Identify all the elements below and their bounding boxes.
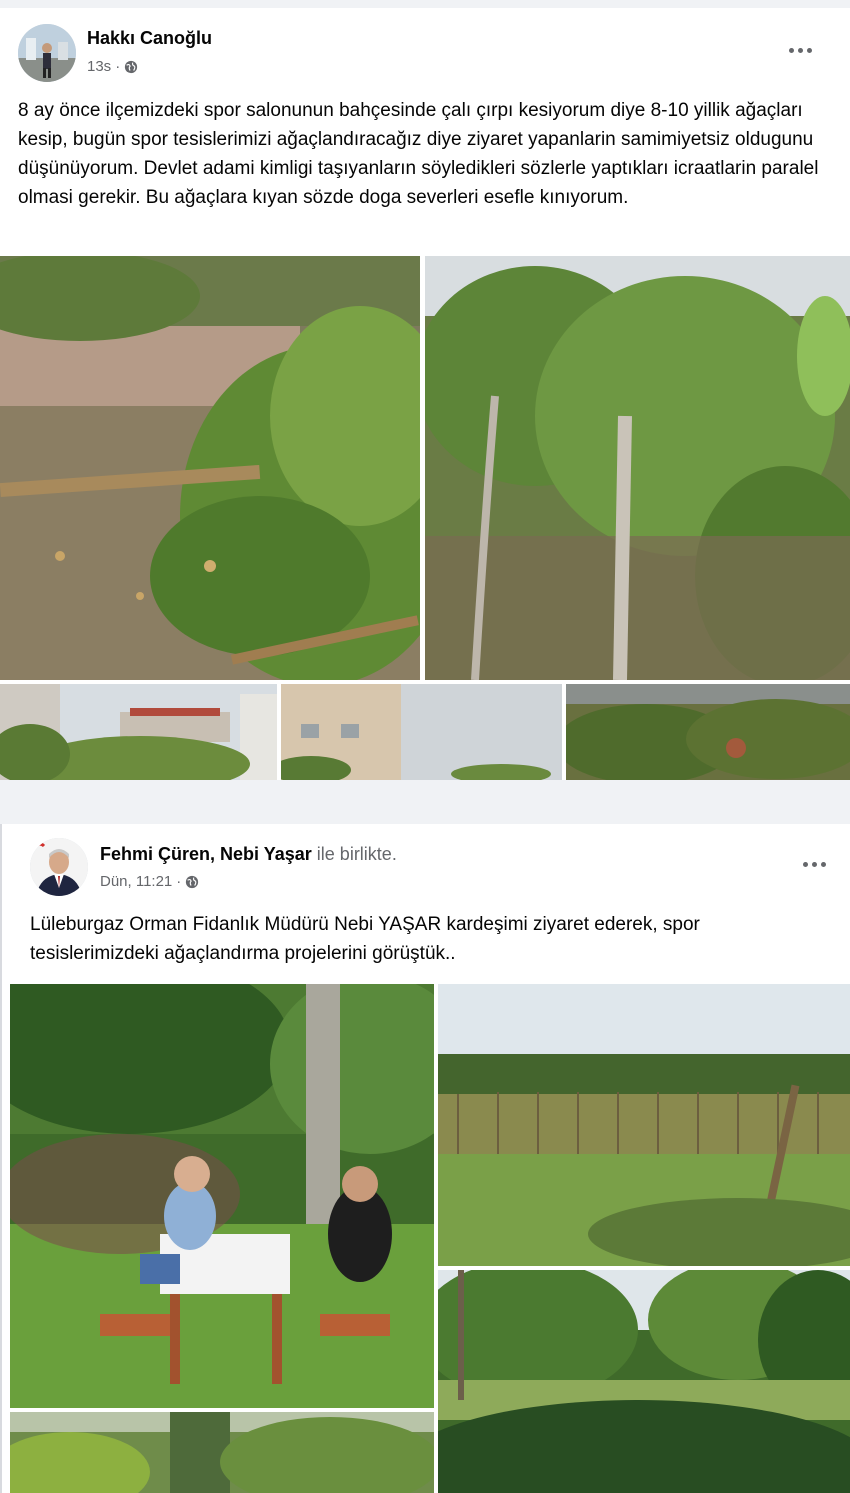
post-header: Fehmi Çüren, Nebi Yaşar ile birlikte. — [100, 844, 397, 865]
post-photo-nursery-field[interactable] — [438, 984, 850, 1266]
post-photo-tree-rows[interactable] — [438, 1270, 850, 1493]
post-photo-building-sky[interactable] — [281, 684, 562, 780]
tagged-name[interactable]: Nebi Yaşar — [220, 844, 312, 864]
post-photo-meeting-table[interactable] — [10, 984, 434, 1408]
post-time[interactable]: Dün, 11:21 — [100, 873, 172, 890]
post-card-1: Hakkı Canoğlu 13s · 8 ay önce ilçemizdek… — [0, 8, 850, 780]
tag-separator: , — [210, 844, 216, 864]
post-text: 8 ay önce ilçemizdeki spor salonunun bah… — [18, 100, 819, 208]
post-photo-fallen-tree-garden[interactable] — [0, 256, 420, 680]
author-name[interactable]: Fehmi Çüren — [100, 844, 210, 864]
with-text: ile birlikte. — [316, 844, 397, 864]
post-time[interactable]: 13s — [87, 58, 111, 75]
globe-icon — [124, 60, 138, 74]
avatar[interactable] — [30, 838, 88, 896]
post-card-2: Fehmi Çüren, Nebi Yaşar ile birlikte. Dü… — [0, 824, 850, 1493]
post-text: Lüleburgaz Orman Fidanlık Müdürü Nebi YA… — [30, 914, 700, 964]
author-name[interactable]: Hakkı Canoğlu — [87, 28, 212, 49]
more-options-icon[interactable] — [796, 846, 832, 882]
meta-separator: · — [115, 58, 121, 75]
post-meta: 13s · — [87, 58, 138, 75]
post-photo-shrubs[interactable] — [566, 684, 850, 780]
meta-separator: · — [176, 873, 182, 890]
avatar[interactable] — [18, 24, 76, 82]
post-meta: Dün, 11:21 · — [100, 873, 199, 890]
more-options-icon[interactable] — [782, 32, 818, 68]
globe-icon — [185, 875, 199, 889]
post-photo-garden-trees[interactable] — [10, 1412, 434, 1493]
post-photo-cut-trees[interactable] — [425, 256, 850, 680]
post-photo-garden-buildings[interactable] — [0, 684, 277, 780]
